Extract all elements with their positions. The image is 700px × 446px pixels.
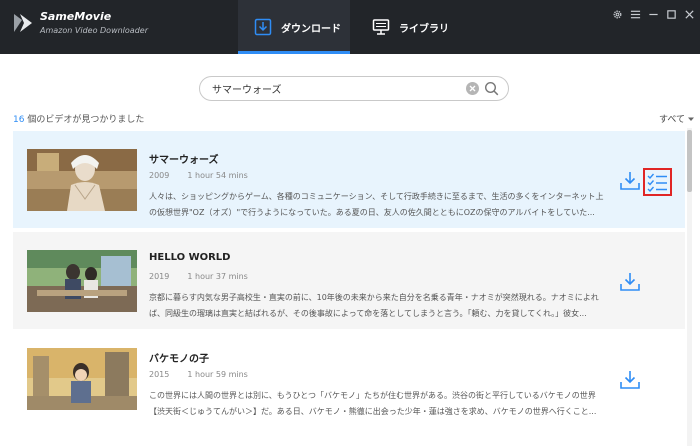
download-icon bbox=[620, 371, 640, 389]
video-thumbnail bbox=[27, 149, 137, 211]
video-year: 2015 bbox=[149, 370, 170, 379]
thumbnail-image bbox=[27, 149, 137, 211]
video-description: 人々は、ショッピングからゲーム、各種のコミュニケーション、そして行政手続きに至る… bbox=[149, 192, 604, 217]
tab-download[interactable]: ダウンロード bbox=[238, 0, 350, 54]
video-year: 2019 bbox=[149, 272, 170, 281]
gear-icon bbox=[613, 10, 621, 18]
video-duration: 1 hour 59 mins bbox=[187, 370, 248, 379]
download-button[interactable] bbox=[619, 369, 641, 391]
clear-search-button[interactable] bbox=[466, 82, 479, 95]
thumbnail-image bbox=[27, 348, 137, 410]
search-icon[interactable] bbox=[484, 81, 499, 96]
video-title: サマーウォーズ bbox=[149, 155, 219, 166]
advanced-download-button[interactable] bbox=[643, 168, 672, 196]
tab-download-label: ダウンロード bbox=[281, 23, 341, 35]
results-count: 16 bbox=[13, 115, 25, 125]
video-thumbnail bbox=[27, 250, 137, 312]
video-item[interactable]: サマーウォーズ 2009 1 hour 54 mins 人々は、ショッピングからゲ… bbox=[13, 131, 685, 228]
app-subtitle: Amazon Video Downloader bbox=[40, 26, 148, 35]
download-button[interactable] bbox=[619, 170, 641, 192]
video-meta: 2009 1 hour 54 mins bbox=[149, 171, 248, 180]
maximize-button[interactable] bbox=[664, 7, 678, 21]
monitor-icon bbox=[372, 19, 390, 35]
minimize-icon bbox=[648, 13, 658, 15]
download-button[interactable] bbox=[619, 271, 641, 293]
menu-button[interactable] bbox=[628, 7, 642, 21]
title-bar: SameMovie Amazon Video Downloader ダウンロード… bbox=[0, 0, 700, 54]
hamburger-icon bbox=[630, 10, 640, 18]
video-item[interactable]: HELLO WORLD 2019 1 hour 37 mins 京都に暮らす内気な… bbox=[13, 232, 685, 329]
tab-library-label: ライブラリ bbox=[399, 23, 449, 35]
results-text: 個のビデオが見つかりました bbox=[24, 115, 145, 125]
video-duration: 1 hour 54 mins bbox=[187, 171, 248, 180]
filter-label: すべて bbox=[659, 115, 686, 125]
chevron-down-icon bbox=[688, 117, 695, 121]
samemovie-logo-icon bbox=[14, 14, 32, 32]
checklist-icon bbox=[647, 173, 667, 192]
video-title: バケモノの子 bbox=[149, 354, 209, 365]
video-description: 京都に暮らす内気な男子高校生・直実の前に、10年後の未来から来た自分を名乗る青年… bbox=[149, 293, 599, 318]
video-year: 2009 bbox=[149, 171, 170, 180]
minimize-button[interactable] bbox=[646, 7, 660, 21]
close-button[interactable] bbox=[682, 7, 696, 21]
download-icon bbox=[620, 172, 640, 190]
search-input[interactable] bbox=[212, 80, 462, 97]
thumbnail-image bbox=[27, 250, 137, 312]
tab-library[interactable]: ライブラリ bbox=[356, 0, 466, 54]
close-icon bbox=[684, 9, 694, 19]
maximize-icon bbox=[666, 9, 676, 19]
scrollbar-thumb[interactable] bbox=[687, 130, 692, 192]
video-meta: 2019 1 hour 37 mins bbox=[149, 272, 248, 281]
app-name: SameMovie bbox=[40, 10, 112, 23]
video-description: この世界には人間の世界とは別に、もうひとつ「バケモノ」たちが住む世界がある。渋谷… bbox=[149, 391, 597, 416]
search-box bbox=[199, 76, 509, 101]
settings-button[interactable] bbox=[610, 7, 624, 21]
video-thumbnail bbox=[27, 348, 137, 410]
filter-dropdown[interactable]: すべて bbox=[659, 112, 695, 125]
results-summary: 16 個のビデオが見つかりました bbox=[13, 112, 144, 125]
download-icon bbox=[620, 273, 640, 291]
video-meta: 2015 1 hour 59 mins bbox=[149, 370, 248, 379]
video-title: HELLO WORLD bbox=[149, 252, 231, 263]
clear-icon bbox=[469, 85, 476, 92]
download-tray-icon bbox=[254, 18, 272, 36]
video-duration: 1 hour 37 mins bbox=[187, 272, 248, 281]
video-item[interactable]: バケモノの子 2015 1 hour 59 mins この世界には人間の世界とは別… bbox=[13, 330, 685, 427]
